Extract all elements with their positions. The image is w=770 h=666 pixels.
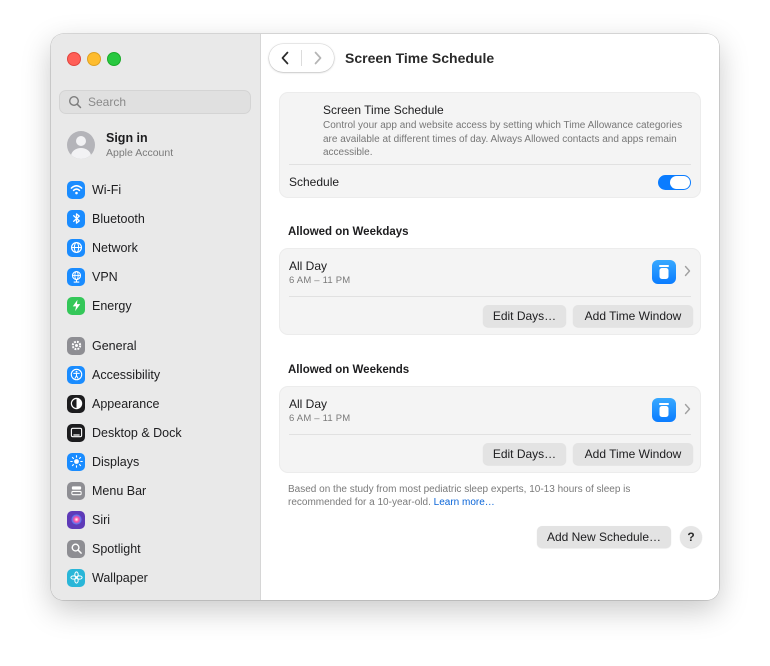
sidebar-item-network[interactable]: Network xyxy=(67,233,252,262)
sidebar-item-label: VPN xyxy=(92,269,118,284)
schedule-intro-card: Screen Time Schedule Control your app an… xyxy=(279,92,701,198)
chevron-right-icon[interactable] xyxy=(684,265,691,277)
divider xyxy=(289,164,691,165)
sidebar-group-connectivity: Wi-Fi Bluetooth Network VPN Energy xyxy=(67,175,252,320)
weekdays-section-title: Allowed on Weekdays xyxy=(288,226,409,238)
schedule-label: Schedule xyxy=(289,175,340,189)
search-icon xyxy=(68,95,82,109)
avatar xyxy=(67,131,95,159)
schedule-toggle[interactable] xyxy=(658,175,691,190)
chevron-left-icon xyxy=(281,51,289,65)
sidebar-item-label: Menu Bar xyxy=(92,483,147,498)
minimize-window-button[interactable] xyxy=(87,52,101,66)
gear-icon xyxy=(67,336,85,355)
page-title: Screen Time Schedule xyxy=(345,50,495,66)
close-window-button[interactable] xyxy=(67,52,81,66)
weekdays-time-range: 6 AM – 11 PM xyxy=(289,275,351,286)
main-content: Screen Time Schedule Screen Time Schedul… xyxy=(261,34,719,600)
hourglass-icon xyxy=(659,403,669,417)
divider xyxy=(289,434,691,435)
sidebar-item-energy[interactable]: Energy xyxy=(67,291,252,320)
sidebar: Sign in Apple Account Wi-Fi Bluetooth Netw… xyxy=(51,34,261,600)
dock-icon xyxy=(67,423,85,442)
weekends-add-time-window-button[interactable]: Add Time Window xyxy=(573,443,693,465)
sidebar-item-label: General xyxy=(92,338,137,353)
flower-icon xyxy=(67,568,85,587)
sidebar-group-system: General Accessibility Appearance Desktop & … xyxy=(67,331,252,592)
account-sign-in[interactable]: Sign in Apple Account xyxy=(67,128,252,162)
chevron-right-icon xyxy=(314,51,322,65)
search-input[interactable] xyxy=(88,95,238,109)
bolt-icon xyxy=(67,296,85,315)
sidebar-item-displays[interactable]: Displays xyxy=(67,447,252,476)
weekdays-edit-days-button[interactable]: Edit Days… xyxy=(483,305,566,327)
sidebar-item-label: Desktop & Dock xyxy=(92,425,182,440)
intro-title: Screen Time Schedule xyxy=(323,103,444,117)
sidebar-item-label: Wallpaper xyxy=(92,570,148,585)
menubar-icon xyxy=(67,481,85,500)
sidebar-item-label: Accessibility xyxy=(92,367,161,382)
learn-more-link[interactable]: Learn more… xyxy=(434,497,495,508)
toggle-knob xyxy=(670,176,690,189)
sidebar-item-label: Spotlight xyxy=(92,541,141,556)
sidebar-item-spotlight[interactable]: Spotlight xyxy=(67,534,252,563)
sidebar-item-wallpaper[interactable]: Wallpaper xyxy=(67,563,252,592)
sidebar-item-desktop-dock[interactable]: Desktop & Dock xyxy=(67,418,252,447)
sidebar-item-vpn[interactable]: VPN xyxy=(67,262,252,291)
sidebar-item-menu-bar[interactable]: Menu Bar xyxy=(67,476,252,505)
divider xyxy=(289,296,691,297)
search-field[interactable] xyxy=(59,90,251,114)
hourglass-icon xyxy=(659,265,669,279)
zoom-window-button[interactable] xyxy=(107,52,121,66)
vpn-globe-icon xyxy=(67,267,85,286)
sleep-note: Based on the study from most pediatric s… xyxy=(288,483,688,509)
forward-button[interactable] xyxy=(302,44,334,72)
sidebar-item-wi-fi[interactable]: Wi-Fi xyxy=(67,175,252,204)
chevron-right-icon[interactable] xyxy=(684,403,691,415)
weekends-section-title: Allowed on Weekends xyxy=(288,364,410,376)
sidebar-item-label: Network xyxy=(92,240,138,255)
weekdays-add-time-window-button[interactable]: Add Time Window xyxy=(573,305,693,327)
weekends-time-range: 6 AM – 11 PM xyxy=(289,413,351,424)
add-new-schedule-button[interactable]: Add New Schedule… xyxy=(537,526,671,548)
back-button[interactable] xyxy=(269,44,301,72)
sidebar-item-label: Appearance xyxy=(92,396,160,411)
account-name: Sign in xyxy=(106,130,148,145)
weekdays-row-label: All Day xyxy=(289,259,328,273)
siri-icon xyxy=(67,510,85,529)
weekends-card: All Day 6 AM – 11 PM Edit Days… Add Time… xyxy=(279,386,701,473)
sidebar-item-label: Energy xyxy=(92,298,132,313)
magnifier-icon xyxy=(67,539,85,558)
sidebar-item-label: Displays xyxy=(92,454,140,469)
sidebar-item-bluetooth[interactable]: Bluetooth xyxy=(67,204,252,233)
sidebar-item-appearance[interactable]: Appearance xyxy=(67,389,252,418)
sidebar-item-general[interactable]: General xyxy=(67,331,252,360)
weekends-row-label: All Day xyxy=(289,397,328,411)
weekdays-card: All Day 6 AM – 11 PM Edit Days… Add Time… xyxy=(279,248,701,335)
history-buttons xyxy=(269,44,334,72)
account-subtitle: Apple Account xyxy=(106,146,174,159)
intro-description: Control your app and website access by s… xyxy=(323,120,683,158)
weekends-edit-days-button[interactable]: Edit Days… xyxy=(483,443,566,465)
sidebar-item-label: Bluetooth xyxy=(92,211,145,226)
wifi-icon xyxy=(67,180,85,199)
sidebar-item-label: Siri xyxy=(92,512,111,527)
appearance-icon xyxy=(67,394,85,413)
settings-window: Sign in Apple Account Wi-Fi Bluetooth Netw… xyxy=(51,34,719,600)
screen-time-app-icon[interactable] xyxy=(652,260,676,284)
screen-time-app-icon[interactable] xyxy=(652,398,676,422)
accessibility-icon xyxy=(67,365,85,384)
sidebar-item-siri[interactable]: Siri xyxy=(67,505,252,534)
sidebar-item-accessibility[interactable]: Accessibility xyxy=(67,360,252,389)
globe-icon xyxy=(67,238,85,257)
bluetooth-icon xyxy=(67,209,85,228)
sun-icon xyxy=(67,452,85,471)
help-button[interactable]: ? xyxy=(680,526,702,548)
sidebar-item-label: Wi-Fi xyxy=(92,182,122,197)
